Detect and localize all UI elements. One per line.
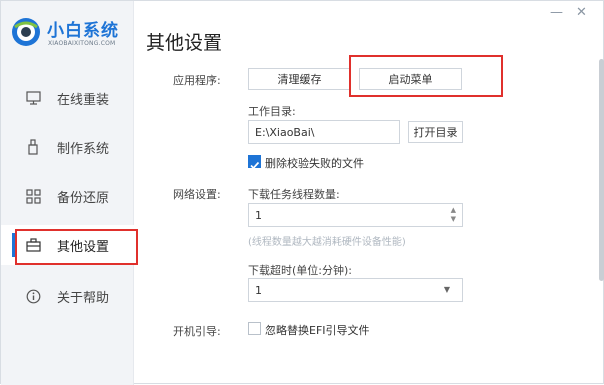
ignore-efi-checkbox[interactable]	[248, 322, 261, 335]
workdir-input[interactable]: E:\XiaoBai\	[248, 120, 400, 144]
sidebar: 小白系统 XIAOBAIXITONG.COM 在线重装 制作系统 备份还原 其他…	[1, 1, 134, 385]
sidebar-item-label: 备份还原	[57, 190, 110, 206]
monitor-icon	[25, 90, 41, 106]
logo-subtitle: XIAOBAIXITONG.COM	[48, 40, 116, 47]
thread-hint: (线程数量越大越消耗硬件设备性能)	[248, 237, 406, 248]
minimize-icon[interactable]: —	[550, 5, 563, 20]
stepper-arrows-icon[interactable]: ▲ ▼	[451, 206, 456, 224]
delete-failed-checkbox[interactable]	[248, 155, 261, 170]
page-title: 其他设置	[146, 32, 223, 54]
close-icon[interactable]: ✕	[576, 5, 587, 20]
section-label-application: 应用程序:	[173, 74, 221, 87]
section-label-network: 网络设置:	[173, 188, 221, 201]
sidebar-item-label: 在线重装	[57, 92, 110, 108]
timeout-value: 1	[255, 283, 262, 297]
app-window: 小白系统 XIAOBAIXITONG.COM 在线重装 制作系统 备份还原 其他…	[0, 0, 604, 385]
chevron-down-icon[interactable]: ▼	[444, 285, 450, 294]
startup-menu-button[interactable]: 启动菜单	[359, 68, 462, 90]
sidebar-item-backup-restore[interactable]: 备份还原	[1, 176, 134, 216]
sidebar-item-other-settings[interactable]: 其他设置	[1, 225, 134, 265]
clear-cache-button[interactable]: 清理缓存	[248, 68, 351, 90]
timeout-select[interactable]: 1 ▼	[248, 278, 463, 302]
sidebar-item-label: 其他设置	[57, 239, 110, 255]
info-icon	[25, 288, 41, 304]
thread-count-label: 下载任务线程数量:	[248, 188, 340, 201]
sidebar-item-label: 关于帮助	[57, 290, 110, 306]
sidebar-item-make-system[interactable]: 制作系统	[1, 127, 134, 167]
active-indicator	[12, 233, 15, 257]
briefcase-icon	[25, 237, 41, 253]
logo-mark-icon	[12, 18, 40, 46]
sidebar-item-about-help[interactable]: 关于帮助	[1, 276, 134, 316]
sidebar-item-label: 制作系统	[57, 141, 110, 157]
delete-failed-label: 删除校验失败的文件	[265, 157, 364, 170]
open-directory-button[interactable]: 打开目录	[408, 121, 463, 143]
thread-count-value: 1	[255, 208, 262, 222]
backup-grid-icon	[25, 188, 41, 204]
scrollbar[interactable]	[599, 59, 604, 281]
timeout-label: 下载超时(单位:分钟):	[248, 264, 352, 277]
usb-drive-icon	[25, 139, 41, 155]
checkmark-icon	[250, 161, 260, 170]
app-logo: 小白系统 XIAOBAIXITONG.COM	[11, 15, 131, 51]
logo-title: 小白系统	[47, 21, 119, 41]
section-label-boot: 开机引导:	[173, 325, 221, 338]
workdir-label: 工作目录:	[248, 105, 296, 118]
thread-count-stepper[interactable]: 1 ▲ ▼	[248, 203, 463, 227]
ignore-efi-label: 忽略替换EFI引导文件	[265, 324, 370, 337]
sidebar-item-online-reinstall[interactable]: 在线重装	[1, 78, 134, 118]
